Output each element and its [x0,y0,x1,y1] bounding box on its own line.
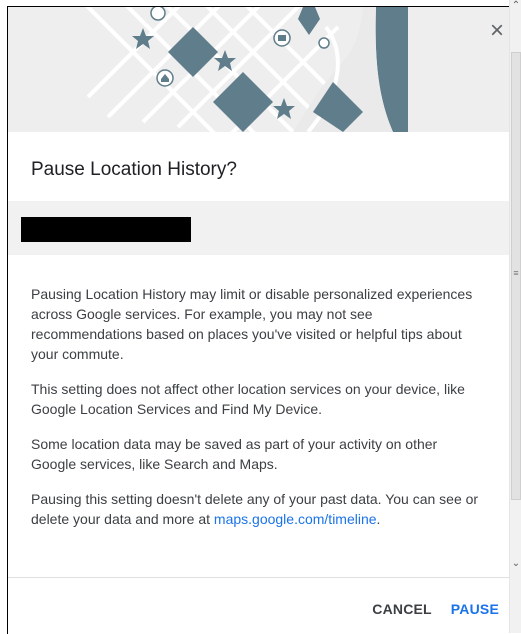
dialog-actions: CANCEL PAUSE [372,601,499,617]
pause-button[interactable]: PAUSE [451,601,499,617]
body-paragraph: This setting does not affect other locat… [31,381,465,417]
account-band [8,201,510,255]
close-icon[interactable]: × [484,19,510,45]
scroll-up-arrow-icon[interactable]: ⌃ [510,0,521,16]
body-paragraph-timeline: Pausing this setting doesn't delete any … [31,489,486,529]
body-paragraph-end: . [376,511,381,527]
grip-icon: ≡ [513,268,519,278]
scrollbar-thumb[interactable]: ≡ [511,52,521,500]
timeline-link[interactable]: maps.google.com/timeline [214,511,377,527]
body-paragraph: Pausing Location History may limit or di… [31,286,473,362]
body-paragraph: Some location data may be saved as part … [31,436,438,472]
map-illustration [8,7,510,132]
pause-location-history-dialog: × Pause Location History? Pausing Locati… [7,6,510,634]
dialog-title: Pause Location History? [31,159,237,180]
actions-divider [8,577,510,578]
cancel-button[interactable]: CANCEL [372,601,432,617]
scroll-down-arrow-icon[interactable]: ⌄ [510,556,521,572]
dialog-body: Pausing Location History may limit or di… [31,284,486,544]
scrollbar[interactable]: ⌃ ≡ ⌄ [509,0,521,633]
redacted-account-name [21,217,191,242]
